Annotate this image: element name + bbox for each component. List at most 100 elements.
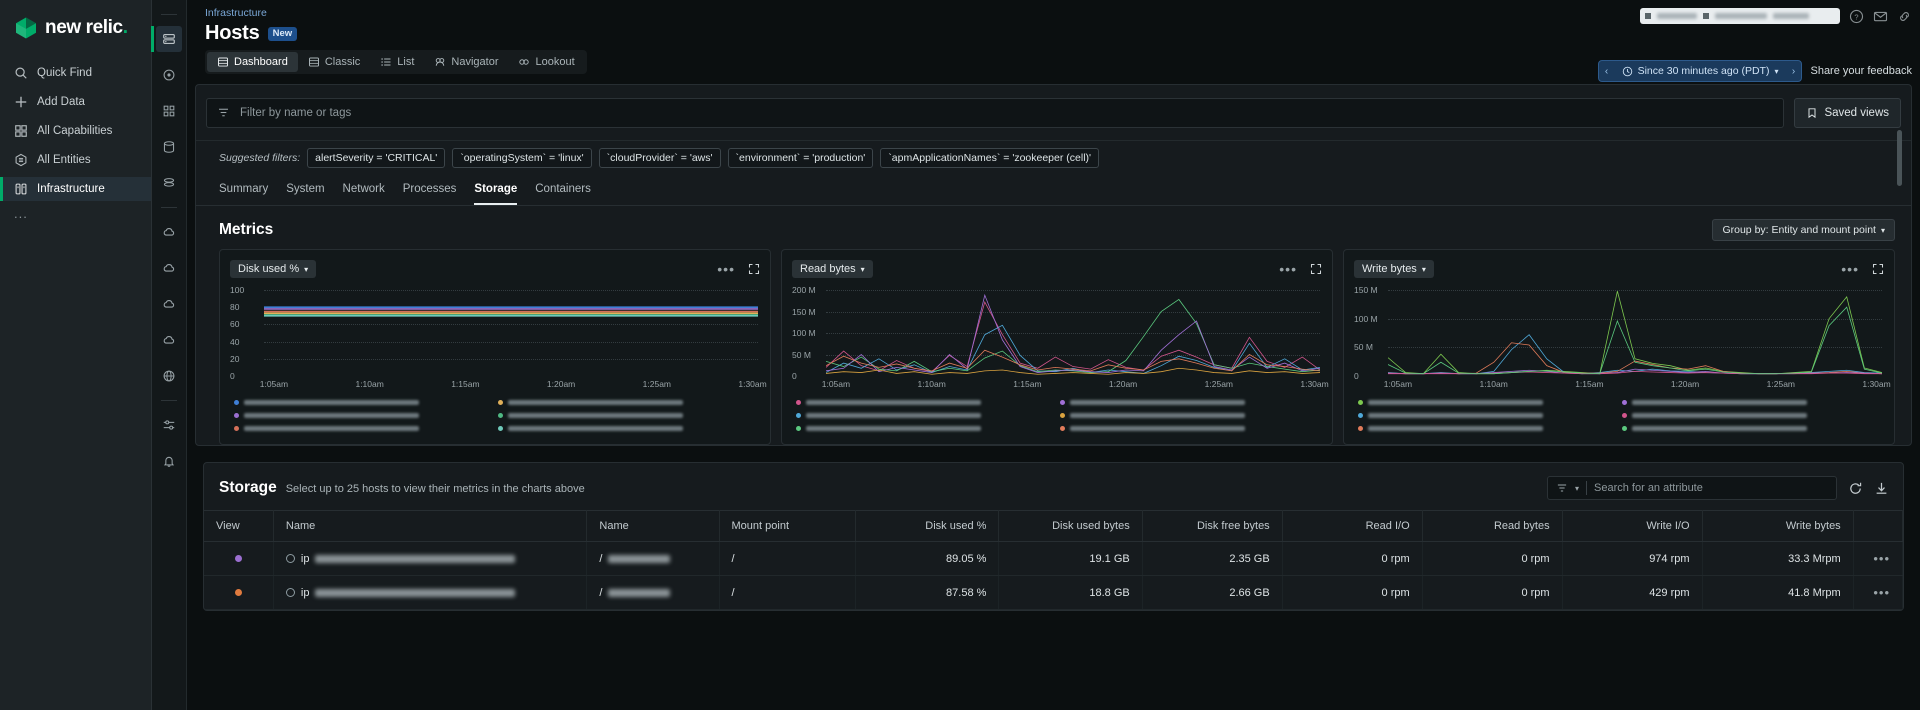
tab-list[interactable]: List [370,52,424,72]
rail-grid-icon[interactable] [156,98,182,124]
help-icon[interactable]: ? [1849,9,1864,24]
legend-item[interactable] [1622,397,1882,408]
tab-summary[interactable]: Summary [219,177,268,205]
tab-processes[interactable]: Processes [403,177,457,205]
legend-item[interactable] [498,397,758,408]
mail-icon[interactable] [1873,9,1888,24]
legend-item[interactable] [1358,410,1618,421]
expand-icon[interactable] [748,263,760,275]
row-view-cell[interactable] [204,576,273,610]
suggested-filter-chip[interactable]: `environment` = 'production' [728,148,874,168]
link-icon[interactable] [1897,9,1912,24]
rail-table-icon[interactable] [156,170,182,196]
time-range-value-wrap[interactable]: Since 30 minutes ago (PDT) ▾ [1615,65,1786,77]
sidebar-item-infrastructure[interactable]: Infrastructure [0,177,151,201]
col-disk-used-bytes[interactable]: Disk used bytes [999,511,1142,542]
attribute-search-input[interactable]: ▾ Search for an attribute [1547,476,1837,500]
rail-storage-icon[interactable] [156,134,182,160]
sidebar-item-all-capabilities[interactable]: All Capabilities [0,119,151,143]
rail-cloud-icon-2[interactable] [156,255,182,281]
sidebar-item-quick-find[interactable]: Quick Find [0,61,151,85]
rail-target-icon[interactable] [156,62,182,88]
col-write-bytes[interactable]: Write bytes [1702,511,1853,542]
legend-item[interactable] [234,423,494,434]
row-actions-cell[interactable]: ••• [1853,542,1902,576]
table-row[interactable]: ip//89.05 %19.1 GB2.35 GB0 rpm0 rpm974 r… [204,542,1903,576]
legend-item[interactable] [1060,397,1320,408]
chart-more-button[interactable]: ••• [1279,265,1297,273]
tab-classic[interactable]: Classic [298,52,370,72]
sidebar-more-button[interactable]: ... [0,206,151,221]
suggested-filter-chip[interactable]: alertSeverity = 'CRITICAL' [307,148,445,168]
metric-selector[interactable]: Write bytes ▾ [1354,260,1434,278]
col-disk-used-pct[interactable]: Disk used % [856,511,999,542]
legend-item[interactable] [1622,410,1882,421]
rail-cloud-icon-3[interactable] [156,291,182,317]
account-selector[interactable] [1640,8,1840,24]
chart-more-button[interactable]: ••• [1841,265,1859,273]
legend-item[interactable] [1622,423,1882,434]
refresh-icon[interactable] [1848,481,1863,496]
rail-cloud-icon-4[interactable] [156,327,182,353]
time-next-button[interactable]: › [1785,66,1801,77]
tab-storage[interactable]: Storage [474,177,517,205]
sidebar-item-add-data[interactable]: Add Data [0,90,151,114]
row-volume-name-cell[interactable]: / [587,542,719,576]
table-scrollbar[interactable] [1897,130,1902,186]
legend-item[interactable] [796,423,1056,434]
legend-item[interactable] [1358,397,1618,408]
col-disk-free-bytes[interactable]: Disk free bytes [1142,511,1282,542]
legend-item[interactable] [1060,410,1320,421]
time-range-picker[interactable]: ‹ Since 30 minutes ago (PDT) ▾ › [1598,60,1803,82]
download-icon[interactable] [1874,481,1889,496]
chart-more-button[interactable]: ••• [717,265,735,273]
col-name-host[interactable]: Name [273,511,587,542]
rail-settings-icon[interactable] [156,412,182,438]
legend-item[interactable] [796,397,1056,408]
rail-hosts-icon[interactable] [156,26,182,52]
new-relic-logo[interactable]: new relic. [0,10,151,56]
col-name-volume[interactable]: Name [587,511,719,542]
expand-icon[interactable] [1310,263,1322,275]
col-write-io[interactable]: Write I/O [1562,511,1702,542]
tab-lookout[interactable]: Lookout [508,52,584,72]
rail-cloud-icon-1[interactable] [156,219,182,245]
suggested-filter-chip[interactable]: `apmApplicationNames` = 'zookeeper (cell… [880,148,1099,168]
col-read-bytes[interactable]: Read bytes [1422,511,1562,542]
col-read-io[interactable]: Read I/O [1282,511,1422,542]
tab-system[interactable]: System [286,177,324,205]
legend-item[interactable] [234,410,494,421]
row-more-button[interactable]: ••• [1873,585,1890,600]
legend-item[interactable] [234,397,494,408]
legend-item[interactable] [498,423,758,434]
legend-item[interactable] [1060,423,1320,434]
row-host-name-cell[interactable]: ip [273,576,587,610]
tab-navigator[interactable]: Navigator [424,52,508,72]
metric-selector[interactable]: Disk used % ▾ [230,260,316,278]
sidebar-item-all-entities[interactable]: All Entities [0,148,151,172]
legend-item[interactable] [796,410,1056,421]
row-actions-cell[interactable]: ••• [1853,576,1902,610]
row-volume-name-cell[interactable]: / [587,576,719,610]
time-prev-button[interactable]: ‹ [1599,66,1615,77]
metric-selector[interactable]: Read bytes ▾ [792,260,873,278]
saved-views-button[interactable]: Saved views [1794,98,1901,128]
expand-icon[interactable] [1872,263,1884,275]
chevron-down-icon[interactable]: ▾ [1575,484,1579,493]
rail-alerts-icon[interactable] [156,448,182,474]
share-feedback-link[interactable]: Share your feedback [1810,65,1912,77]
table-row[interactable]: ip//87.58 %18.8 GB2.66 GB0 rpm0 rpm429 r… [204,576,1903,610]
legend-item[interactable] [1358,423,1618,434]
row-more-button[interactable]: ••• [1873,551,1890,566]
col-mount-point[interactable]: Mount point [719,511,856,542]
suggested-filter-chip[interactable]: `operatingSystem` = 'linux' [452,148,591,168]
tab-network[interactable]: Network [343,177,385,205]
suggested-filter-chip[interactable]: `cloudProvider` = 'aws' [599,148,721,168]
legend-item[interactable] [498,410,758,421]
rail-globe-icon[interactable] [156,363,182,389]
tab-dashboard[interactable]: Dashboard [207,52,298,72]
tab-containers[interactable]: Containers [535,177,591,205]
group-by-dropdown[interactable]: Group by: Entity and mount point ▾ [1712,219,1895,241]
search-input[interactable]: Filter by name or tags [206,98,1784,128]
row-view-cell[interactable] [204,542,273,576]
